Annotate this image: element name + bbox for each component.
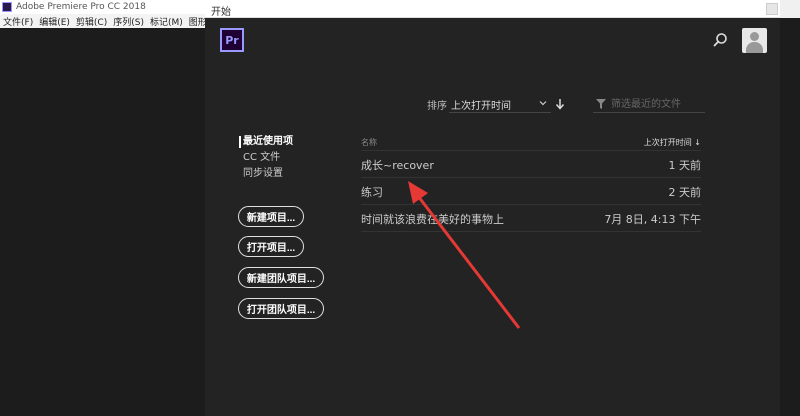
open-project-button[interactable]: 打开项目... xyxy=(238,236,304,257)
app-titlebar: Adobe Premiere Pro CC 2018 xyxy=(0,0,205,14)
menu-file[interactable]: 文件(F) xyxy=(3,15,33,28)
sort-label: 排序 xyxy=(427,101,447,112)
filter-input[interactable] xyxy=(611,96,701,112)
sort-value: 上次打开时间 xyxy=(451,101,511,112)
avatar-head xyxy=(750,32,759,41)
app-workspace xyxy=(0,28,205,416)
premiere-logo-icon xyxy=(2,2,12,12)
dialog-title: 开始 xyxy=(211,7,231,18)
new-project-button[interactable]: 新建项目... xyxy=(238,206,304,227)
project-date: 7月 8日, 4:13 下午 xyxy=(604,213,701,226)
app-workspace-right xyxy=(780,0,800,416)
project-name: 成长~recover xyxy=(361,159,434,172)
project-date: 2 天前 xyxy=(668,186,702,199)
user-avatar[interactable] xyxy=(742,28,767,53)
nav-item-sync-settings[interactable]: 同步设置 xyxy=(243,166,293,182)
chevron-down-icon xyxy=(539,101,547,106)
column-date-label: 上次打开时间 xyxy=(643,138,692,147)
dialog-header: Pr xyxy=(205,18,780,62)
open-team-project-button[interactable]: 打开团队项目... xyxy=(238,298,324,319)
nav-active-marker xyxy=(239,136,241,148)
table-row[interactable]: 练习 2 天前 xyxy=(361,178,701,205)
new-team-project-button[interactable]: 新建团队项目... xyxy=(238,267,324,288)
avatar-body xyxy=(746,42,763,53)
filter-box xyxy=(593,95,705,113)
menubar: 文件(F) 编辑(E) 剪辑(C) 序列(S) 标记(M) 图形(G) xyxy=(0,14,221,28)
window-edge xyxy=(780,0,800,18)
premiere-logo: Pr xyxy=(220,28,244,52)
app-title: Adobe Premiere Pro CC 2018 xyxy=(16,2,146,12)
project-date: 1 天前 xyxy=(668,159,702,172)
project-name: 时间就该浪费在美好的事物上 xyxy=(361,213,504,226)
column-name-header[interactable]: 名称 xyxy=(361,137,377,148)
menu-sequence[interactable]: 序列(S) xyxy=(113,15,144,28)
nav-item-recent[interactable]: 最近使用项 xyxy=(243,134,293,150)
nav-item-cc-files[interactable]: CC 文件 xyxy=(243,150,293,166)
table-row[interactable]: 时间就该浪费在美好的事物上 7月 8日, 4:13 下午 xyxy=(361,205,701,232)
menu-edit[interactable]: 编辑(E) xyxy=(39,15,70,28)
table-row[interactable]: 成长~recover 1 天前 xyxy=(361,151,701,178)
search-icon[interactable] xyxy=(712,32,728,48)
menu-marker[interactable]: 标记(M) xyxy=(150,15,183,28)
sort-select[interactable]: 上次打开时间 xyxy=(449,95,551,113)
dialog-close-button[interactable] xyxy=(766,3,778,15)
filter-icon xyxy=(596,99,606,109)
sort-direction-icon[interactable] xyxy=(555,98,565,110)
dialog-content: 排序 上次打开时间 最近使用项 CC 文件 同步设置 新建项目 xyxy=(205,62,780,416)
dialog-titlebar: 开始 xyxy=(205,0,780,18)
table-header: 名称 上次打开时间 ↓ xyxy=(361,135,701,151)
project-name: 练习 xyxy=(361,186,383,199)
menu-clip[interactable]: 剪辑(C) xyxy=(76,15,107,28)
recent-projects-table: 名称 上次打开时间 ↓ 成长~recover 1 天前 练习 2 天前 时间就该… xyxy=(361,135,701,232)
column-date-header[interactable]: 上次打开时间 ↓ xyxy=(644,137,701,148)
